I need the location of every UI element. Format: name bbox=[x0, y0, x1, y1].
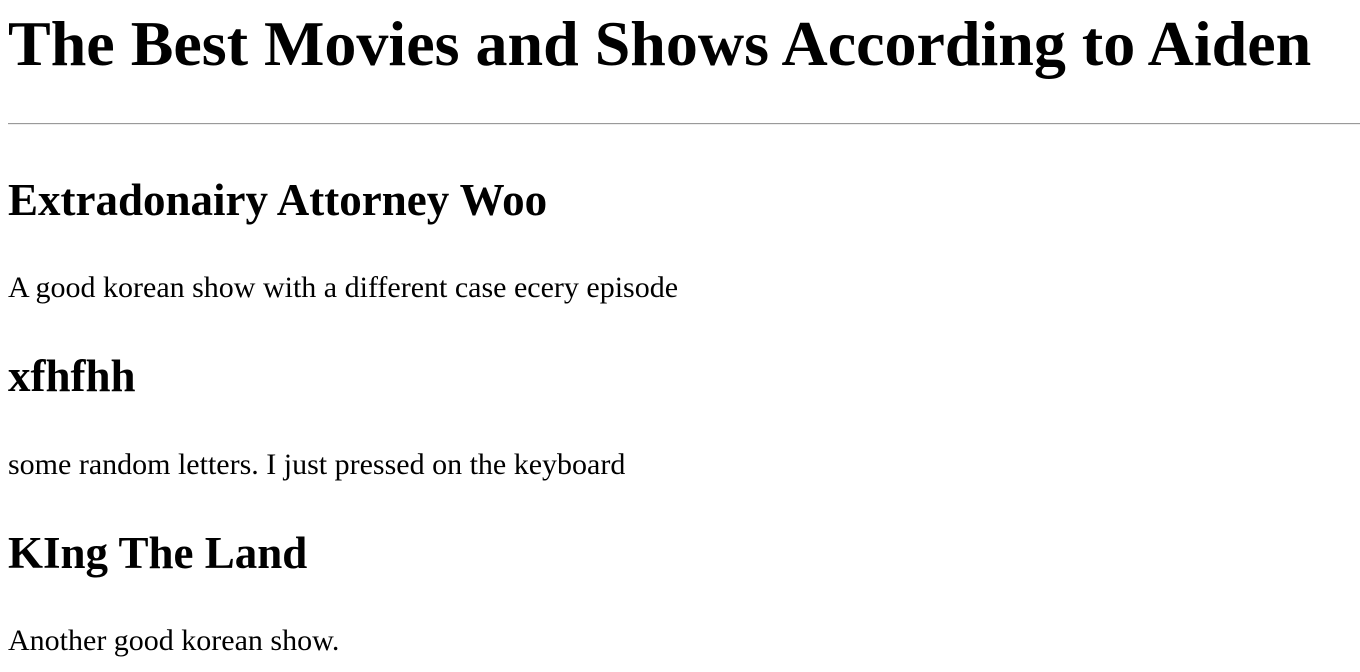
horizontal-divider bbox=[8, 123, 1360, 125]
show-title: KIng The Land bbox=[8, 528, 308, 578]
show-description: A good korean show with a different case… bbox=[8, 271, 679, 304]
show-entry: KIng The Land Another good korean show. bbox=[8, 527, 1352, 659]
show-description: some random letters. I just pressed on t… bbox=[8, 448, 626, 481]
page-title: The Best Movies and Shows According to A… bbox=[8, 8, 1312, 79]
show-title: Extradonairy Attorney Woo bbox=[8, 175, 548, 225]
show-description: Another good korean show. bbox=[8, 624, 340, 657]
show-title: xfhfhh bbox=[8, 351, 136, 401]
show-entry: Extradonairy Attorney Woo A good korean … bbox=[8, 174, 1352, 306]
show-entry: xfhfhh some random letters. I just press… bbox=[8, 350, 1352, 483]
page-content: The Best Movies and Shows According to A… bbox=[0, 0, 1360, 659]
